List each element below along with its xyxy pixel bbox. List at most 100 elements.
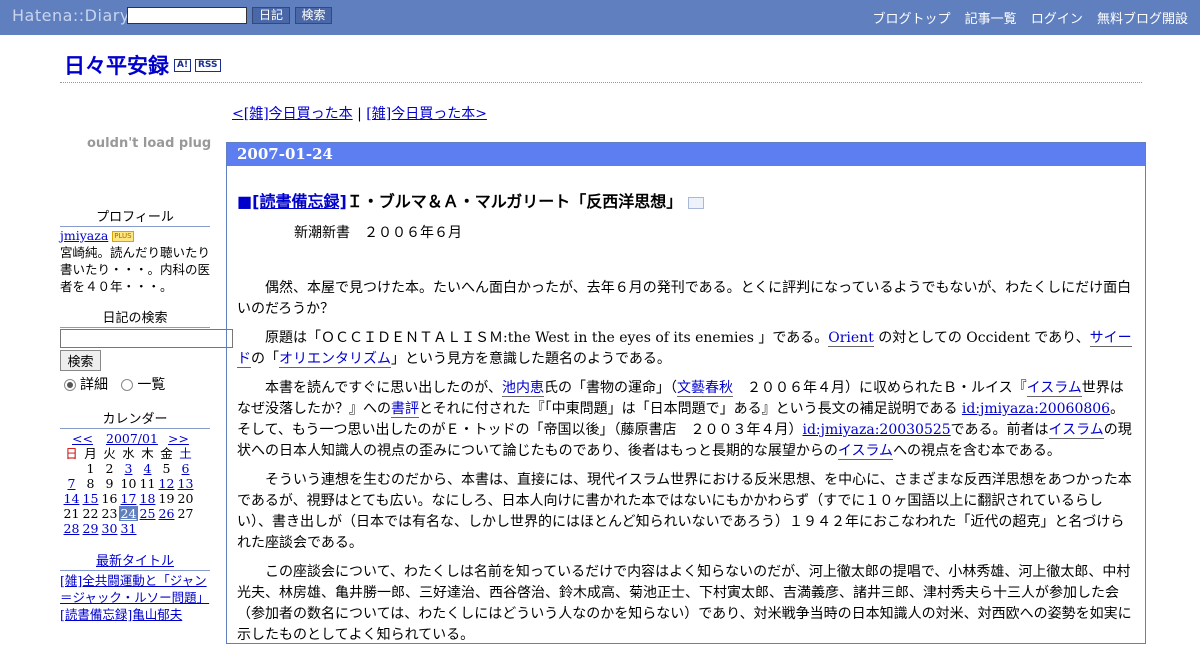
paragraph-2: 原題は「ＯＣＣＩＤＥＮＴＡＬＩＳＭ:the West in the eyes o… (237, 328, 1133, 370)
radio-detail-icon[interactable] (64, 379, 76, 391)
calendar-day-link[interactable]: 30 (102, 521, 118, 536)
search-title: 日記の検索 (60, 307, 210, 328)
calendar-day-link[interactable]: 17 (121, 491, 137, 506)
recent-titles-list: [雑]全共闘運動と「ジャン＝ジャック・ルソー問題」 [読書備忘録]亀山郁夫 (60, 572, 210, 623)
calendar-day-link[interactable]: 25 (140, 506, 156, 521)
calendar-day-link[interactable]: 7 (68, 476, 76, 491)
calendar-weekday: 土 (179, 446, 192, 461)
section-title: ■[読書備忘録]Ｉ・ブルマ＆Ａ・マルガリート「反西洋思想」 (237, 188, 1133, 212)
text-span: とそれに付された『「中東問題」は「日本問題で」ある』という長文の補足説明である (419, 401, 962, 417)
diary-id-link[interactable]: id:jmiyaza:20030525 (802, 422, 950, 438)
category-link[interactable]: [読書備忘録] (252, 192, 347, 211)
calendar-day: 20 (177, 491, 194, 506)
calendar-day-link[interactable]: 24 (121, 506, 137, 521)
hatena-diary-logo[interactable]: Hatena::Diary (12, 6, 130, 25)
profile-title: プロフィール (60, 206, 210, 227)
diary-button[interactable]: 日記 (252, 7, 290, 24)
keyword-link[interactable]: Orient (828, 330, 874, 347)
keyword-link[interactable]: イスラム (1026, 380, 1082, 397)
calendar-day: 30 (100, 521, 119, 536)
text-span: 氏の「書物の運命」（ (544, 380, 678, 396)
calendar-day: 28 (62, 521, 81, 536)
keyword-link[interactable]: 文藝春秋 (677, 380, 734, 397)
nav-article-list[interactable]: 記事一覧 (965, 12, 1017, 27)
calendar-day-link[interactable]: 13 (178, 476, 194, 491)
text-span: である。前者は (950, 422, 1049, 438)
calendar-day: 16 (101, 491, 118, 506)
calendar-day-link[interactable]: 14 (64, 491, 80, 506)
calendar-title: カレンダー (60, 408, 210, 429)
sidebar-search-button[interactable]: 検索 (60, 350, 101, 371)
calendar-day: 21 (63, 506, 80, 521)
section-title-text: Ｉ・ブルマ＆Ａ・マルガリート「反西洋思想」 (346, 192, 683, 211)
profile-id-link[interactable]: jmiyaza (60, 228, 108, 243)
radio-list-icon[interactable] (121, 379, 134, 391)
radio-list-label: 一覧 (137, 377, 166, 393)
calendar-day-link[interactable]: 18 (140, 491, 156, 506)
calendar-day-link[interactable]: 26 (159, 506, 175, 521)
calendar-day-link[interactable]: 31 (121, 521, 137, 536)
recent-title-item[interactable]: [読書備忘録]亀山郁夫 (60, 607, 182, 622)
top-search-input[interactable] (127, 7, 247, 24)
keyword-link[interactable]: オリエンタリズム (279, 351, 391, 368)
radio-detail-label: 詳細 (80, 377, 108, 393)
blog-title[interactable]: 日々平安録 (64, 50, 169, 80)
calendar-day: 26 (157, 506, 176, 521)
diary-id-link[interactable]: id:jmiyaza:20060806 (962, 401, 1110, 417)
nav-blog-top[interactable]: ブログトップ (873, 12, 951, 27)
calendar-day-link[interactable]: 6 (182, 461, 190, 476)
calendar-day-link[interactable]: 4 (144, 461, 152, 476)
calendar-day: 12 (157, 476, 176, 491)
calendar-day (138, 521, 157, 536)
calendar-day: 14 (62, 491, 81, 506)
top-nav: ブログトップ 記事一覧 ログイン 無料ブログ開設 (863, 8, 1188, 27)
calendar-weekday: 金 (160, 446, 173, 461)
calendar-prev-link[interactable]: << (72, 431, 93, 446)
day-date-header[interactable]: 2007-01-24 (227, 143, 1145, 166)
antenna-badge-icon[interactable]: A! (174, 59, 192, 72)
bookmark-icon[interactable] (688, 196, 705, 209)
calendar-table: 日月火水木金土 1 2 3 4 5 6 7 8 9 10 11 12 13 14 15 16 17 18 19 20 21… (62, 446, 195, 536)
section-anchor-icon[interactable]: ■ (237, 192, 252, 211)
nav-free-blog[interactable]: 無料ブログ開設 (1097, 12, 1188, 27)
entry-section: ■[読書備忘録]Ｉ・ブルマ＆Ａ・マルガリート「反西洋思想」 新潮新書 ２００６年… (237, 188, 1133, 654)
text-span: 原題は「ＯＣＣＩＤＥＮＴＡＬＩＳＭ:the West in the eyes o… (265, 330, 829, 346)
calendar-day: 4 (138, 461, 157, 476)
calendar-day (176, 521, 195, 536)
prev-entry-link[interactable]: <[雑]今日買った本 (232, 106, 353, 122)
keyword-link[interactable]: イスラム (1048, 422, 1104, 439)
paragraph-4: そういう連想を生むのだから、本書は、直接には、現代イスラム世界における反米思想、… (237, 472, 1132, 551)
text-span: 」という見方を意識した題名のようである。 (391, 351, 671, 367)
paragraph-1: 偶然、本屋で見つけた本。たいへん面白かったが、去年６月の発刊である。とくに評判に… (237, 280, 1132, 317)
calendar-day: 19 (158, 491, 175, 506)
keyword-link[interactable]: 池内恵 (502, 380, 545, 397)
calendar-day: 9 (105, 476, 114, 491)
text-span: の対としての Occident であり、 (873, 330, 1090, 346)
next-entry-link[interactable]: [雑]今日買った本> (366, 106, 487, 122)
calendar-day: 18 (138, 491, 157, 506)
calendar-next-link[interactable]: >> (168, 431, 189, 446)
calendar-day-link[interactable]: 29 (83, 521, 99, 536)
keyword-link[interactable]: イスラム (837, 443, 894, 460)
calendar-day-link[interactable]: 15 (83, 491, 99, 506)
calendar-day: 1 (86, 461, 95, 476)
paragraph-5: この座談会について、わたくしは名前を知っているだけで内容はよく知らないのだが、河… (237, 564, 1132, 643)
keyword-link[interactable]: 書評 (391, 401, 419, 418)
top-search-button[interactable]: 検索 (295, 7, 332, 24)
nav-login[interactable]: ログイン (1031, 12, 1083, 27)
rss-badge-icon[interactable]: RSS (195, 59, 221, 72)
calendar-day-link[interactable]: 3 (125, 461, 133, 476)
calendar-month-link[interactable]: 2007/01 (106, 431, 158, 446)
calendar-weekday: 木 (141, 446, 154, 461)
recent-titles-link[interactable]: 最新タイトル (96, 554, 174, 569)
recent-title-item[interactable]: [雑]全共闘運動と「ジャン＝ジャック・ルソー問題」 (60, 573, 209, 605)
calendar-day-link[interactable]: 12 (159, 476, 175, 491)
entry-body: 偶然、本屋で見つけた本。たいへん面白かったが、去年６月の発刊である。とくに評判に… (237, 278, 1133, 646)
calendar-day (62, 461, 81, 476)
sidebar-search-input[interactable] (60, 329, 233, 348)
calendar-day: 10 (120, 476, 137, 491)
search-mode-radios: 詳細 一覧 (64, 374, 165, 394)
calendar-day: 29 (81, 521, 100, 536)
text-span: への視点を含む本である。 (893, 443, 1061, 459)
calendar-day-link[interactable]: 28 (64, 521, 80, 536)
